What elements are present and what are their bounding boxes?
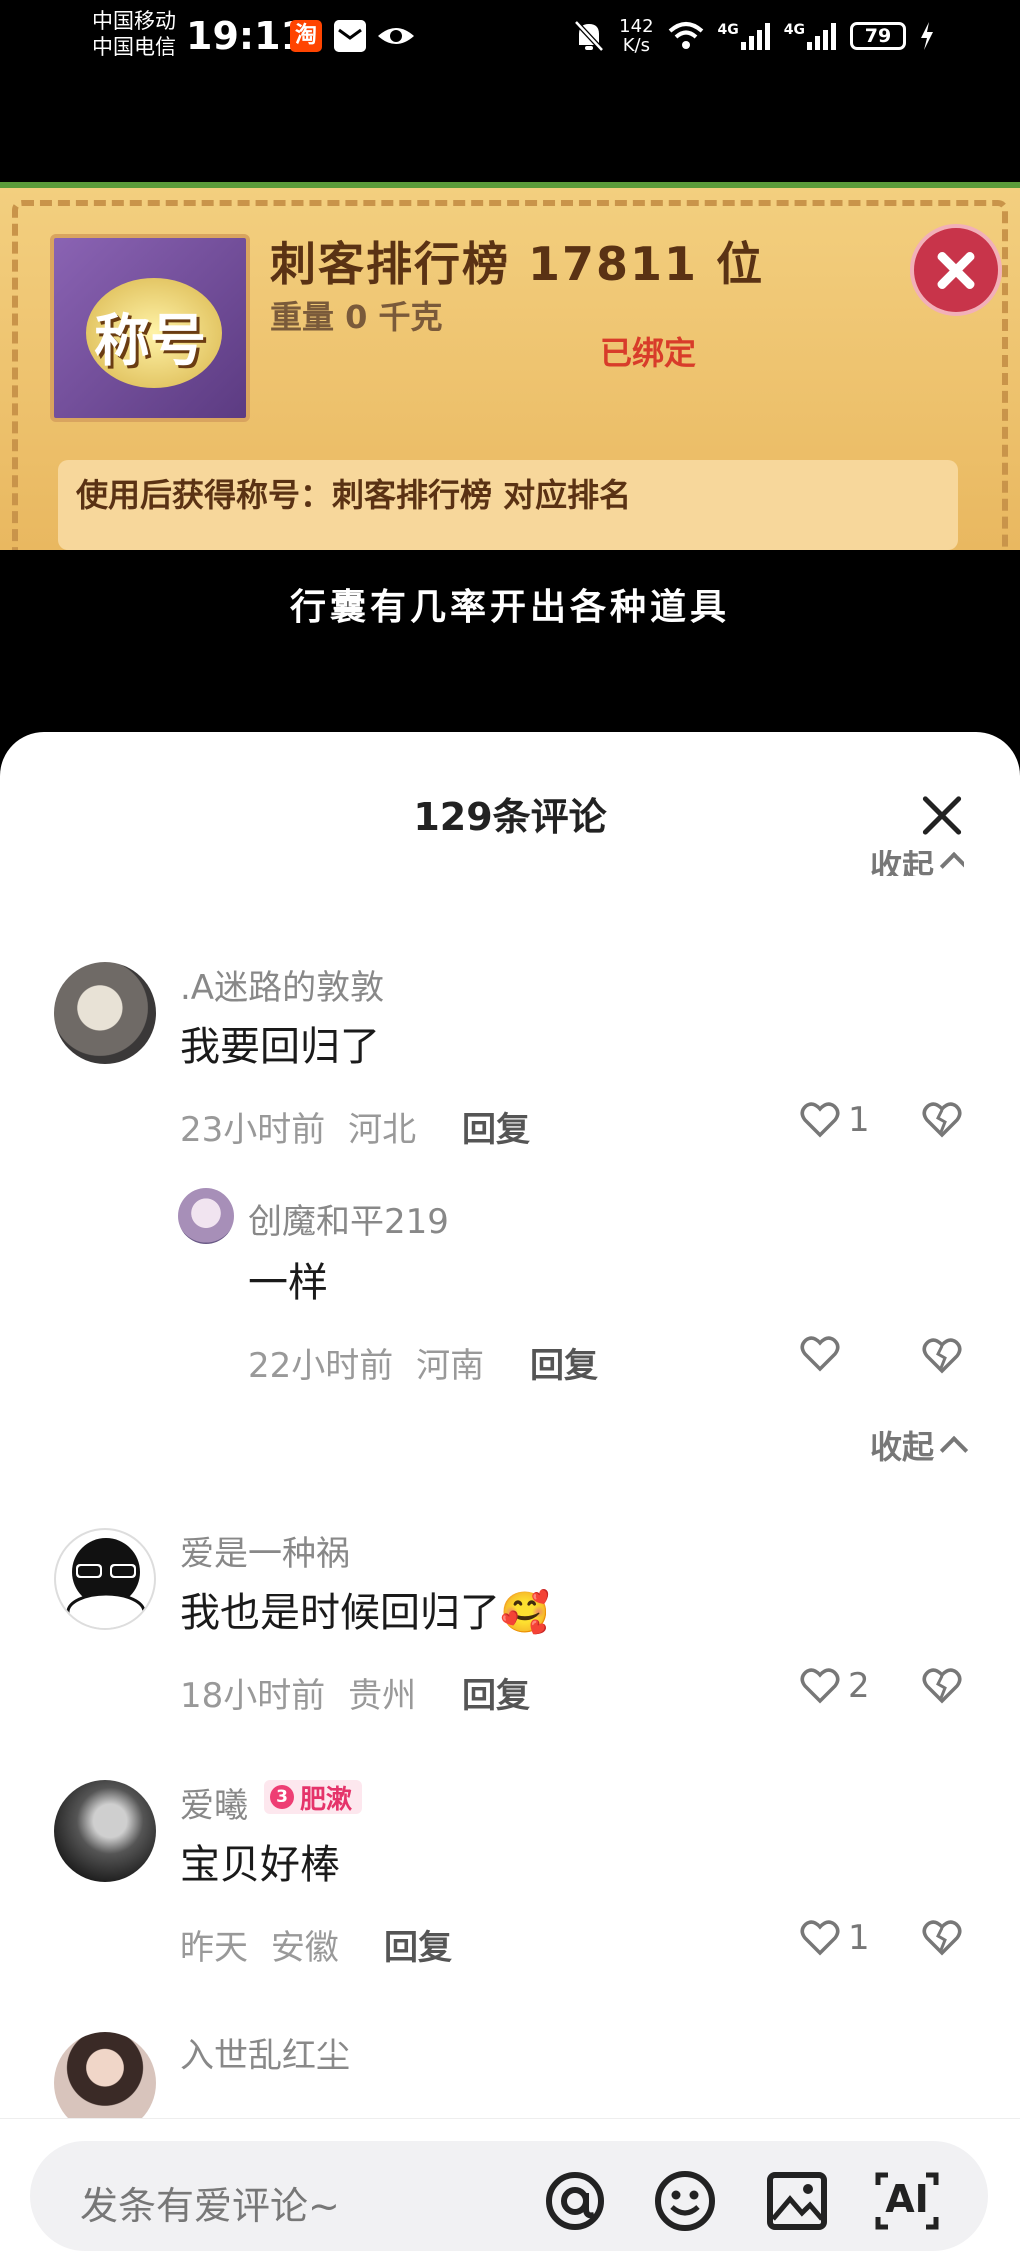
comment-text-body: 我也是时候回归了 [180, 1590, 500, 1636]
network-type-2: 4G [783, 22, 805, 38]
comment-count-title: 129条评论 [413, 795, 607, 839]
collapse-replies-top[interactable]: 收起 [870, 850, 964, 876]
comment-location: 河北 [348, 1110, 417, 1150]
comment-time: 昨天 [180, 1928, 248, 1968]
comment-author[interactable]: 爱曦 [180, 1778, 248, 1827]
emoji-icon[interactable] [650, 2169, 720, 2233]
status-right: 142 K/s 4G 4G 79 [573, 14, 934, 58]
like-count: 2 [848, 1666, 870, 1706]
signal-bars-1 [740, 22, 770, 50]
comment-author[interactable]: 爱是一种祸 [180, 1526, 350, 1575]
close-comments-button[interactable] [920, 794, 964, 838]
heart-icon [800, 1102, 840, 1138]
comment-location: 贵州 [348, 1676, 417, 1716]
reply-location: 河南 [416, 1346, 485, 1386]
collapse-label: 收起 [869, 850, 934, 876]
comment-text: 我要回归了 [180, 1024, 380, 1070]
fan-level-number: 3 [270, 1785, 294, 1809]
reply-button[interactable]: 回复 [462, 1102, 530, 1151]
reply-time: 22小时前 [248, 1346, 394, 1386]
comment-time: 23小时前 [180, 1110, 326, 1150]
carrier-1: 中国移动 [92, 9, 176, 33]
taobao-notification-icon: 淘 [290, 20, 322, 52]
reply-button[interactable]: 回复 [530, 1338, 598, 1387]
comment-author[interactable]: 入世乱红尘 [180, 2028, 350, 2077]
like-button[interactable] [800, 1336, 848, 1372]
comment-input[interactable]: 发条有爱评论~ AI [30, 2141, 988, 2251]
heart-icon [800, 1668, 840, 1704]
comment-meta: 23小时前 河北 [180, 1102, 416, 1151]
status-bar: 中国移动 中国电信 19:11 淘 142 K/s 4G 4G 79 [0, 0, 1020, 70]
like-button[interactable]: 1 [800, 1100, 870, 1140]
mute-bell-icon [574, 20, 605, 52]
net-speed-value: 142 [619, 16, 654, 37]
item-bound-status: 已绑定 [600, 334, 697, 372]
carrier-2: 中国电信 [92, 35, 176, 59]
avatar[interactable] [54, 962, 156, 1064]
avatar-cartoon [66, 1538, 146, 1628]
like-count: 1 [848, 1100, 870, 1140]
reply-button[interactable]: 回复 [384, 1920, 452, 1969]
video-subtitle: 行囊有几率开出各种道具 [289, 586, 730, 628]
reply-button[interactable]: 回复 [462, 1668, 530, 1717]
net-speed-unit: K/s [622, 35, 650, 56]
item-name: 刺客排行榜 17811 位 [270, 237, 765, 291]
comment-input-placeholder: 发条有爱评论~ [80, 2184, 340, 2228]
heart-icon [800, 1336, 840, 1372]
wifi-icon [668, 22, 703, 49]
smiling-hearts-emoji: 🥰 [500, 1590, 550, 1636]
avatar[interactable] [178, 1188, 234, 1244]
signal-bars-2 [807, 22, 836, 50]
like-button[interactable]: 2 [800, 1666, 870, 1706]
comment-author[interactable]: .A迷路的敦敦 [180, 960, 384, 1009]
net-speed: 142 K/s [619, 17, 653, 55]
collapse-label: 收起 [869, 1428, 934, 1466]
battery-level: 79 [850, 22, 906, 50]
reply-meta: 22小时前 河南 [248, 1338, 484, 1387]
fan-level-label: 肥漱 [300, 1784, 353, 1815]
video-frame[interactable]: 称号 刺客排行榜 17811 位 重量 0 千克 已绑定 使用后获得称号：刺客排… [0, 182, 1020, 550]
comment-time: 18小时前 [180, 1676, 326, 1716]
broken-heart-icon[interactable] [922, 1920, 962, 1956]
comment-location: 安徽 [270, 1928, 339, 1968]
broken-heart-icon[interactable] [922, 1338, 962, 1374]
ai-icon[interactable]: AI [872, 2169, 942, 2233]
charging-bolt-icon [921, 22, 933, 50]
like-button[interactable]: 1 [800, 1918, 870, 1958]
like-count: 1 [848, 1918, 870, 1958]
comment-input-bar: 发条有爱评论~ AI [0, 2118, 1020, 2267]
item-weight: 重量 0 千克 [270, 298, 443, 336]
title-item-icon-label: 称号 [94, 309, 206, 374]
chevron-up-icon [939, 1435, 969, 1465]
comment-panel: 129条评论 收起 .A迷路的敦敦 我要回归了 23小时前 河北 回复 1 创魔… [0, 732, 1020, 2267]
fan-level-badge: 3 肥漱 [264, 1780, 363, 1815]
comment-meta: 昨天 安徽 [180, 1920, 339, 1969]
signal-2: 4G [784, 22, 836, 50]
reply-author[interactable]: 创魔和平219 [248, 1194, 449, 1243]
mail-notification-icon [334, 20, 366, 52]
signal-1: 4G [718, 22, 770, 50]
comment-meta: 18小时前 贵州 [180, 1668, 416, 1717]
carrier-names: 中国移动 中国电信 [92, 8, 176, 60]
comment-text: 宝贝好棒 [180, 1842, 340, 1888]
item-description: 使用后获得称号：刺客排行榜 对应排名 [58, 460, 958, 550]
title-item-icon: 称号 [50, 234, 250, 422]
avatar[interactable] [54, 1528, 156, 1630]
eye-icon [378, 28, 414, 44]
heart-icon [800, 1920, 840, 1956]
avatar[interactable] [54, 1780, 156, 1882]
collapse-replies-button[interactable]: 收起 [869, 1422, 969, 1468]
clock: 19:11 [186, 14, 307, 58]
reply-text: 一样 [248, 1260, 328, 1306]
chevron-up-icon [939, 851, 964, 876]
broken-heart-icon[interactable] [922, 1102, 962, 1138]
item-close-icon [910, 224, 1002, 316]
image-icon[interactable] [762, 2169, 832, 2233]
comment-text: 我也是时候回归了🥰 [180, 1580, 550, 1638]
network-type-1: 4G [717, 22, 739, 38]
broken-heart-icon[interactable] [922, 1668, 962, 1704]
mention-icon[interactable] [540, 2169, 610, 2233]
ai-icon-label: AI [885, 2177, 929, 2221]
